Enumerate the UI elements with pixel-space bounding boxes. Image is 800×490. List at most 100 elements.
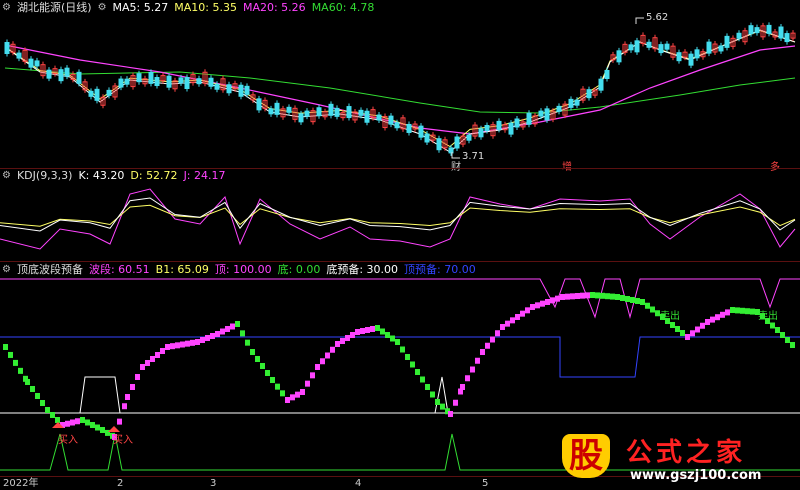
settings-gear-icon[interactable]: ⚙ [2, 263, 11, 277]
candle-body [646, 41, 652, 48]
wave-segment [640, 299, 645, 305]
wave-segment [425, 384, 430, 390]
wave-segment [400, 346, 405, 353]
wave-segment [210, 333, 215, 339]
wave-segment [590, 292, 595, 298]
wave-segment [635, 298, 640, 304]
wave-segment [180, 341, 185, 348]
wave-segment [465, 375, 470, 382]
candle-body [196, 78, 202, 85]
ma10-label: MA10: 5.35 [174, 1, 237, 14]
wave-segment [500, 324, 505, 330]
sell-signal-label: 卖出 [660, 311, 680, 322]
wave-segment [155, 352, 160, 358]
wave-segment [410, 361, 415, 368]
candle-body [166, 75, 172, 88]
wave-segment [370, 326, 375, 332]
wave-segment [730, 307, 735, 313]
wave-segment [170, 343, 175, 350]
wave-segment [630, 297, 635, 303]
wave-segment [405, 354, 410, 360]
wave-segment [375, 325, 380, 331]
wave-segment [740, 307, 745, 314]
wave-segment [710, 316, 715, 323]
watermark-title: 公式之家 [626, 438, 747, 468]
wave-segment [585, 292, 590, 299]
wave-segment [330, 346, 335, 353]
wave-segment [65, 420, 70, 427]
wave-segment [470, 366, 475, 373]
ma5-label: MA5: 5.27 [112, 1, 169, 14]
candle-body [118, 78, 124, 88]
wave-segment [750, 308, 755, 315]
kdj-j-label: J: 24.17 [183, 169, 226, 182]
high-price-label: 5.62 [646, 12, 669, 23]
wave-segment [240, 330, 245, 337]
wave-segment [215, 331, 220, 337]
candle-body [88, 90, 94, 97]
wave-segment [480, 349, 485, 355]
wave-segment [117, 418, 122, 425]
wave-segment [560, 294, 565, 300]
candle-body [184, 77, 190, 89]
wave-segment [735, 307, 740, 314]
wave-segment [70, 419, 75, 426]
ma5-line [4, 29, 796, 153]
wave-segment [55, 417, 60, 423]
settings-gear-icon[interactable]: ⚙ [98, 1, 107, 15]
wave-segment [280, 390, 285, 397]
wave-segment [695, 326, 700, 333]
wave-segment [325, 352, 330, 359]
wave-segment [435, 399, 440, 405]
candle-body [46, 69, 52, 79]
wave-segment [670, 322, 675, 328]
wave-segment [395, 339, 400, 345]
wave-segment [770, 322, 775, 329]
wave-segment [535, 302, 540, 309]
candle-body [226, 84, 232, 94]
top-prep-line [540, 336, 800, 378]
wave-segment [525, 307, 530, 314]
candle-body [718, 45, 724, 52]
candle-body [148, 71, 154, 84]
wave-segment [675, 326, 680, 332]
wave-segment [715, 314, 720, 321]
wave-segment [100, 427, 105, 433]
wave-segment [205, 335, 210, 341]
wave-segment [145, 360, 150, 366]
candle-body [364, 110, 370, 123]
wave-segment [320, 358, 325, 365]
settings-gear-icon[interactable]: ⚙ [2, 1, 11, 15]
settings-gear-icon[interactable]: ⚙ [2, 169, 11, 183]
ma20-label: MA20: 5.26 [242, 1, 306, 14]
candle-body [28, 58, 34, 68]
candle-body [736, 32, 742, 39]
wave-segment [40, 400, 45, 406]
wave-segment [550, 297, 555, 304]
wave-segment [355, 329, 360, 335]
wave-segment [775, 327, 780, 333]
wave-segment [195, 339, 200, 345]
candle-body [94, 88, 100, 101]
wave-segment [570, 293, 575, 300]
wave-segment [135, 374, 140, 380]
candle-body [208, 77, 214, 87]
wave-segment [440, 403, 445, 410]
wave-segment [360, 328, 365, 334]
wave-segment [335, 341, 340, 347]
wave-segment [605, 293, 610, 300]
x-axis-label: 2 [117, 478, 124, 489]
wave-segment [125, 394, 130, 400]
candle-body [598, 78, 604, 91]
wave-segment [680, 330, 685, 336]
wave-segment [475, 357, 480, 364]
wave-segment [595, 292, 600, 299]
wave-segment [50, 412, 55, 418]
wave-segment [305, 380, 310, 387]
wave-segment [453, 399, 458, 406]
wave-segment [185, 340, 190, 347]
wave-segment [30, 386, 35, 392]
wave-segment [420, 376, 425, 383]
candle-body [748, 25, 754, 35]
candle-body [106, 89, 112, 96]
